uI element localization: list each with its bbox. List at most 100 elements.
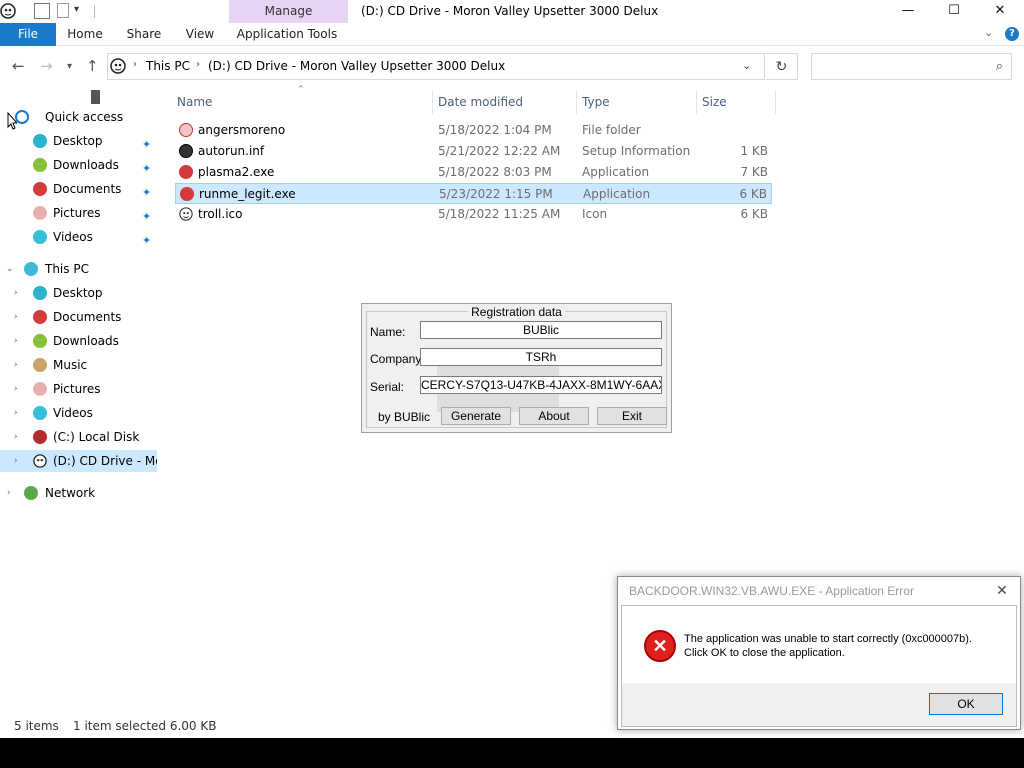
nav-pc-downloads[interactable]: › Downloads <box>0 330 157 352</box>
breadcrumb-chevron-icon[interactable]: › <box>196 59 200 70</box>
pin-icon[interactable]: ✦ <box>142 158 155 175</box>
nav-this-pc[interactable]: ⌄ This PC <box>0 258 157 280</box>
chevron-right-icon[interactable]: › <box>14 330 18 352</box>
generate-button[interactable]: Generate <box>441 407 511 425</box>
help-icon[interactable]: ? <box>1005 27 1019 41</box>
file-row-selected[interactable]: runme_legit.exe 5/23/2022 1:15 PM Applic… <box>175 183 772 204</box>
file-name: angersmoreno <box>198 123 286 137</box>
chevron-right-icon[interactable]: › <box>14 426 18 448</box>
file-size: 6 KB <box>739 187 767 201</box>
chevron-right-icon[interactable]: › <box>14 450 18 472</box>
file-type: Setup Information <box>582 144 691 158</box>
nav-label: Downloads <box>53 158 119 172</box>
nav-pc-videos[interactable]: › Videos <box>0 402 157 424</box>
file-row[interactable]: plasma2.exe 5/18/2022 8:03 PM Applicatio… <box>175 162 772 183</box>
nav-pc-cd-drive[interactable]: › (D:) CD Drive - Moron Valley Upsetter … <box>0 450 157 472</box>
chevron-right-icon[interactable]: › <box>7 482 11 504</box>
file-name: plasma2.exe <box>198 165 275 179</box>
breadcrumb-chevron-icon[interactable]: › <box>133 59 137 70</box>
pin-icon[interactable]: ✦ <box>142 230 155 247</box>
nav-quick-downloads[interactable]: Downloads ✦ <box>0 154 157 176</box>
properties-icon[interactable] <box>34 3 50 19</box>
chevron-right-icon[interactable]: › <box>14 354 18 376</box>
up-arrow-icon[interactable]: ↑ <box>86 57 99 75</box>
about-button[interactable]: About <box>519 407 589 425</box>
pin-icon[interactable]: ✦ <box>142 134 155 151</box>
back-arrow-icon[interactable]: ← <box>12 57 25 75</box>
nav-quick-videos[interactable]: Videos ✦ <box>0 226 157 248</box>
maximize-button[interactable]: ☐ <box>931 0 977 23</box>
file-row[interactable]: troll.ico 5/18/2022 11:25 AM Icon 6 KB <box>175 204 772 225</box>
nav-pc-documents[interactable]: › Documents <box>0 306 157 328</box>
ok-button[interactable]: OK <box>929 693 1003 715</box>
column-header-name[interactable]: Name <box>177 94 212 112</box>
column-divider[interactable] <box>432 90 433 114</box>
file-date: 5/18/2022 11:25 AM <box>438 207 561 221</box>
tab-application-tools[interactable]: Application Tools <box>234 23 340 46</box>
serial-field[interactable]: CERCY-S7Q13-U47KB-4JAXX-8M1WY-6AAXQ <box>420 376 662 394</box>
address-bar[interactable]: › This PC › (D:) CD Drive - Moron Valley… <box>107 53 765 80</box>
address-dropdown-icon[interactable]: ⌄ <box>742 59 751 72</box>
forward-arrow-icon[interactable]: → <box>40 57 53 75</box>
nav-quick-pictures[interactable]: Pictures ✦ <box>0 202 157 224</box>
new-folder-icon[interactable] <box>57 3 69 18</box>
expand-ribbon-icon[interactable]: ⌄ <box>984 26 993 39</box>
tab-file[interactable]: File <box>0 23 56 46</box>
search-icon: ⌕ <box>995 59 1003 74</box>
breadcrumb-cd-drive[interactable]: (D:) CD Drive - Moron Valley Upsetter 30… <box>208 59 505 73</box>
exit-button[interactable]: Exit <box>597 407 667 425</box>
music-icon <box>33 358 47 372</box>
close-icon[interactable]: ✕ <box>988 579 1016 601</box>
column-header-date[interactable]: Date modified <box>438 94 523 112</box>
search-input[interactable]: ⌕ <box>811 53 1012 80</box>
nav-quick-documents[interactable]: Documents ✦ <box>0 178 157 200</box>
file-size: 1 KB <box>740 144 768 158</box>
file-type: Application <box>582 165 650 179</box>
column-header-type[interactable]: Type <box>582 94 610 112</box>
file-type: Icon <box>582 207 608 221</box>
error-title-bar: BACKDOOR.WIN32.VB.AWU.EXE - Application … <box>618 577 1020 605</box>
tab-manage[interactable]: Manage <box>229 0 348 23</box>
window-title: (D:) CD Drive - Moron Valley Upsetter 30… <box>361 4 659 18</box>
tab-view[interactable]: View <box>180 23 220 46</box>
tab-home[interactable]: Home <box>60 23 110 46</box>
column-divider[interactable] <box>576 90 577 114</box>
title-bar: ▾ Manage (D:) CD Drive - Moron Valley Up… <box>0 0 1024 23</box>
file-date: 5/18/2022 8:03 PM <box>438 165 552 179</box>
nav-network[interactable]: › Network <box>0 482 157 504</box>
nav-pc-pictures[interactable]: › Pictures <box>0 378 157 400</box>
tab-share[interactable]: Share <box>122 23 166 46</box>
chevron-right-icon[interactable]: › <box>14 306 18 328</box>
refresh-button[interactable]: ↻ <box>766 53 798 80</box>
file-row[interactable]: angersmoreno 5/18/2022 1:04 PM File fold… <box>175 120 772 141</box>
nav-label: Network <box>45 486 96 500</box>
breadcrumb-this-pc[interactable]: This PC <box>146 59 190 73</box>
pin-icon[interactable]: ✦ <box>142 206 155 223</box>
recent-locations-icon[interactable]: ▾ <box>67 61 72 72</box>
nav-pc-local-disk[interactable]: › (C:) Local Disk <box>0 426 157 448</box>
customize-quick-access-icon[interactable]: ▾ <box>74 4 90 20</box>
nav-quick-desktop[interactable]: Desktop ✦ <box>0 130 157 152</box>
column-header-size[interactable]: Size <box>702 94 727 112</box>
chevron-down-icon[interactable]: ⌄ <box>6 258 14 280</box>
name-field[interactable]: BUBlic <box>420 321 662 339</box>
nav-label: Documents <box>53 310 122 324</box>
drive-app-icon[interactable] <box>0 3 16 19</box>
nav-label: Pictures <box>53 382 101 396</box>
company-field[interactable]: TSRh <box>420 348 662 366</box>
column-divider[interactable] <box>775 90 776 114</box>
column-divider[interactable] <box>696 90 697 114</box>
nav-quick-access[interactable]: Quick access <box>0 106 157 128</box>
file-row[interactable]: autorun.inf 5/21/2022 12:22 AM Setup Inf… <box>175 141 772 162</box>
chevron-right-icon[interactable]: › <box>14 282 18 304</box>
computer-icon <box>24 262 38 276</box>
file-size: 7 KB <box>740 165 768 179</box>
nav-pc-music[interactable]: › Music <box>0 354 157 376</box>
close-button[interactable]: ✕ <box>977 0 1023 23</box>
registration-title: Registration data <box>362 305 671 319</box>
pin-icon[interactable]: ✦ <box>142 182 155 199</box>
nav-pc-desktop[interactable]: › Desktop <box>0 282 157 304</box>
chevron-right-icon[interactable]: › <box>14 378 18 400</box>
minimize-button[interactable]: — <box>885 0 931 23</box>
chevron-right-icon[interactable]: › <box>14 402 18 424</box>
